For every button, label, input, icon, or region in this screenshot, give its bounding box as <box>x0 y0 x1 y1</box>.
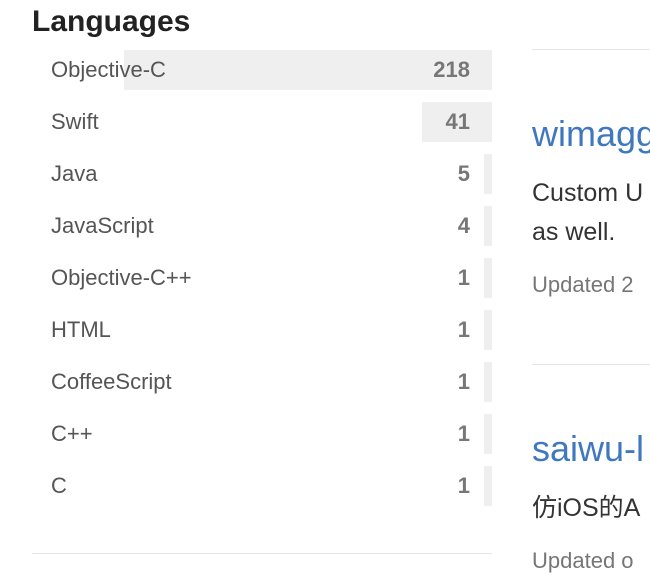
language-bar <box>484 310 492 350</box>
language-item[interactable]: C1 <box>32 466 492 506</box>
language-name: HTML <box>51 317 111 342</box>
repo-link[interactable]: wimagg <box>532 112 650 156</box>
repo-description: Custom U as well. <box>532 174 650 252</box>
language-name: Java <box>51 161 98 186</box>
repo-description-line: 仿iOS的A <box>532 494 641 522</box>
language-name: CoffeeScript <box>51 369 172 394</box>
language-count: 218 <box>433 57 470 82</box>
repo-divider <box>532 49 650 50</box>
repo-description: 仿iOS的A <box>532 489 650 528</box>
language-count: 4 <box>457 213 470 238</box>
language-count: 1 <box>457 369 470 394</box>
language-name: Objective-C <box>51 57 166 82</box>
language-item[interactable]: Java 5 <box>32 154 492 194</box>
language-name: Swift <box>51 109 99 134</box>
language-name: Objective-C++ <box>51 265 192 290</box>
repository-list: wimagg Custom U as well. Updated 2 saiwu… <box>532 0 650 578</box>
language-bar <box>484 258 492 298</box>
languages-heading: Languages <box>32 5 191 38</box>
language-count: 1 <box>457 265 470 290</box>
panel-divider <box>32 553 492 554</box>
language-bar <box>484 362 492 402</box>
language-name: C <box>51 473 67 498</box>
language-count: 1 <box>457 421 470 446</box>
language-list: Objective-C 218 Swift 41 Java 5 JavaScript 4 Obj… <box>32 50 492 518</box>
language-item[interactable]: Objective-C 218 <box>32 50 492 90</box>
language-count: 1 <box>457 473 470 498</box>
language-name: C++ <box>51 421 93 446</box>
language-item[interactable]: C++ 1 <box>32 414 492 454</box>
languages-panel: Languages Objective-C 218 Swift 41 Java 5 Java… <box>32 0 492 578</box>
repo-description-line: Custom U <box>532 179 644 207</box>
repo-link[interactable]: saiwu-l <box>532 427 644 471</box>
language-bar <box>484 154 492 194</box>
repo-updated: Updated 2 <box>532 272 634 297</box>
language-bar <box>484 414 492 454</box>
language-bar <box>484 466 492 506</box>
language-item[interactable]: HTML 1 <box>32 310 492 350</box>
language-count: 5 <box>457 161 470 186</box>
language-count: 41 <box>445 109 470 134</box>
language-item[interactable]: CoffeeScript 1 <box>32 362 492 402</box>
language-name: JavaScript <box>51 213 154 238</box>
page: Languages Objective-C 218 Swift 41 Java 5 Java… <box>0 0 650 578</box>
repo-description-line: as well. <box>532 218 616 246</box>
language-item[interactable]: Objective-C++ 1 <box>32 258 492 298</box>
repo-updated: Updated o <box>532 548 634 573</box>
language-bar <box>484 206 492 246</box>
language-count: 1 <box>457 317 470 342</box>
language-item[interactable]: Swift 41 <box>32 102 492 142</box>
language-item[interactable]: JavaScript 4 <box>32 206 492 246</box>
repo-divider <box>532 364 650 365</box>
